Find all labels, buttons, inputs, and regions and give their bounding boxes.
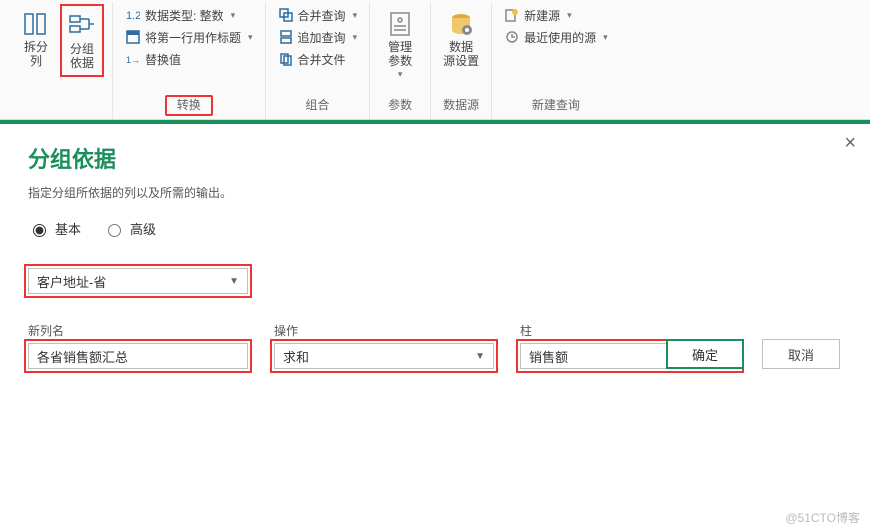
merge-queries-label: 合并查询 (298, 7, 346, 24)
column-value: 销售额 (529, 347, 568, 366)
data-source-icon (445, 8, 477, 40)
data-source-settings-button[interactable]: 数据 源设置 (439, 4, 483, 73)
ok-button-label: 确定 (692, 345, 718, 364)
dialog-close-button[interactable]: × (844, 132, 856, 155)
group-by-button[interactable]: 分组 依据 (60, 4, 104, 77)
merge-files-icon (278, 51, 294, 67)
ok-button[interactable]: 确定 (666, 339, 744, 369)
append-queries-label: 追加查询 (298, 29, 346, 46)
new-column-label: 新列名 (28, 322, 248, 339)
data-source-settings-label: 数据 源设置 (443, 40, 479, 69)
data-type-button[interactable]: 1.2 数据类型: 整数 (121, 4, 239, 26)
params-group-caption: 参数 (388, 92, 412, 119)
split-column-icon (20, 8, 52, 40)
manage-parameters-label: 管理 参数 (388, 40, 412, 69)
new-source-icon (504, 7, 520, 23)
ribbon: 拆分 列 分组 依据 x 1.2 数据类型: 整数 将第一行用作标题 1→2 (0, 0, 870, 120)
use-first-row-label: 将第一行用作标题 (145, 29, 241, 46)
new-column-value: 各省销售额汇总 (37, 347, 128, 366)
merge-files-button[interactable]: 合并文件 (274, 48, 350, 70)
radio-basic-label: 基本 (55, 219, 81, 238)
datasource-group-caption: 数据源 (443, 92, 479, 119)
recent-sources-label: 最近使用的源 (524, 29, 596, 46)
group-by-label: 分组 依据 (70, 42, 94, 71)
manage-parameters-button[interactable]: 管理 参数 ▾ (378, 4, 422, 84)
merge-queries-icon (278, 7, 294, 23)
newquery-group-caption: 新建查询 (532, 92, 580, 119)
svg-text:1→2: 1→2 (126, 55, 140, 65)
recent-sources-button[interactable]: 最近使用的源 (500, 26, 612, 48)
radio-advanced-input[interactable] (108, 224, 121, 237)
split-column-button[interactable]: 拆分 列 (14, 4, 58, 73)
dialog-title: 分组依据 (28, 142, 842, 174)
operation-label: 操作 (274, 322, 494, 339)
watermark: @51CTO博客 (785, 509, 860, 526)
data-type-icon: 1.2 (125, 7, 141, 23)
mode-radio-group: 基本 高级 (28, 219, 842, 238)
use-first-row-button[interactable]: 将第一行用作标题 (121, 26, 257, 48)
radio-basic-input[interactable] (33, 224, 46, 237)
group-column-combo[interactable]: 客户地址-省 ▼ (28, 268, 248, 294)
chevron-down-icon: ▼ (475, 351, 485, 362)
append-queries-icon (278, 29, 294, 45)
new-source-button[interactable]: 新建源 (500, 4, 576, 26)
parameters-icon (384, 8, 416, 40)
transform-group-caption: 转换 (165, 95, 213, 116)
chevron-down-icon: ▼ (229, 276, 239, 287)
operation-combo[interactable]: 求和 ▼ (274, 343, 494, 369)
group-column-value: 客户地址-省 (37, 272, 106, 291)
recent-sources-icon (504, 29, 520, 45)
append-queries-button[interactable]: 追加查询 (274, 26, 362, 48)
radio-advanced-label: 高级 (130, 219, 156, 238)
dialog-description: 指定分组所依据的列以及所需的输出。 (28, 184, 842, 201)
cancel-button-label: 取消 (788, 345, 814, 364)
split-column-label: 拆分 列 (24, 40, 48, 69)
data-type-label: 数据类型: 整数 (145, 7, 224, 24)
group-by-dialog: × 分组依据 指定分组所依据的列以及所需的输出。 基本 高级 客户地址-省 ▼ … (0, 124, 870, 387)
table-header-icon (125, 29, 141, 45)
dialog-button-row: 确定 取消 (666, 339, 840, 369)
replace-values-button[interactable]: 1→2 替换值 (121, 48, 185, 70)
cancel-button[interactable]: 取消 (762, 339, 840, 369)
group-by-icon (66, 10, 98, 42)
new-column-input[interactable]: 各省销售额汇总 (28, 343, 248, 369)
merge-files-label: 合并文件 (298, 51, 346, 68)
radio-advanced[interactable]: 高级 (103, 219, 156, 238)
new-source-label: 新建源 (524, 7, 560, 24)
column-label: 柱 (520, 322, 740, 339)
replace-values-label: 替换值 (145, 51, 181, 68)
svg-text:1.2: 1.2 (126, 10, 140, 22)
replace-values-icon: 1→2 (125, 51, 141, 67)
merge-queries-button[interactable]: 合并查询 (274, 4, 362, 26)
combine-group-caption: 组合 (305, 92, 329, 119)
operation-value: 求和 (283, 347, 309, 366)
radio-basic[interactable]: 基本 (28, 219, 81, 238)
